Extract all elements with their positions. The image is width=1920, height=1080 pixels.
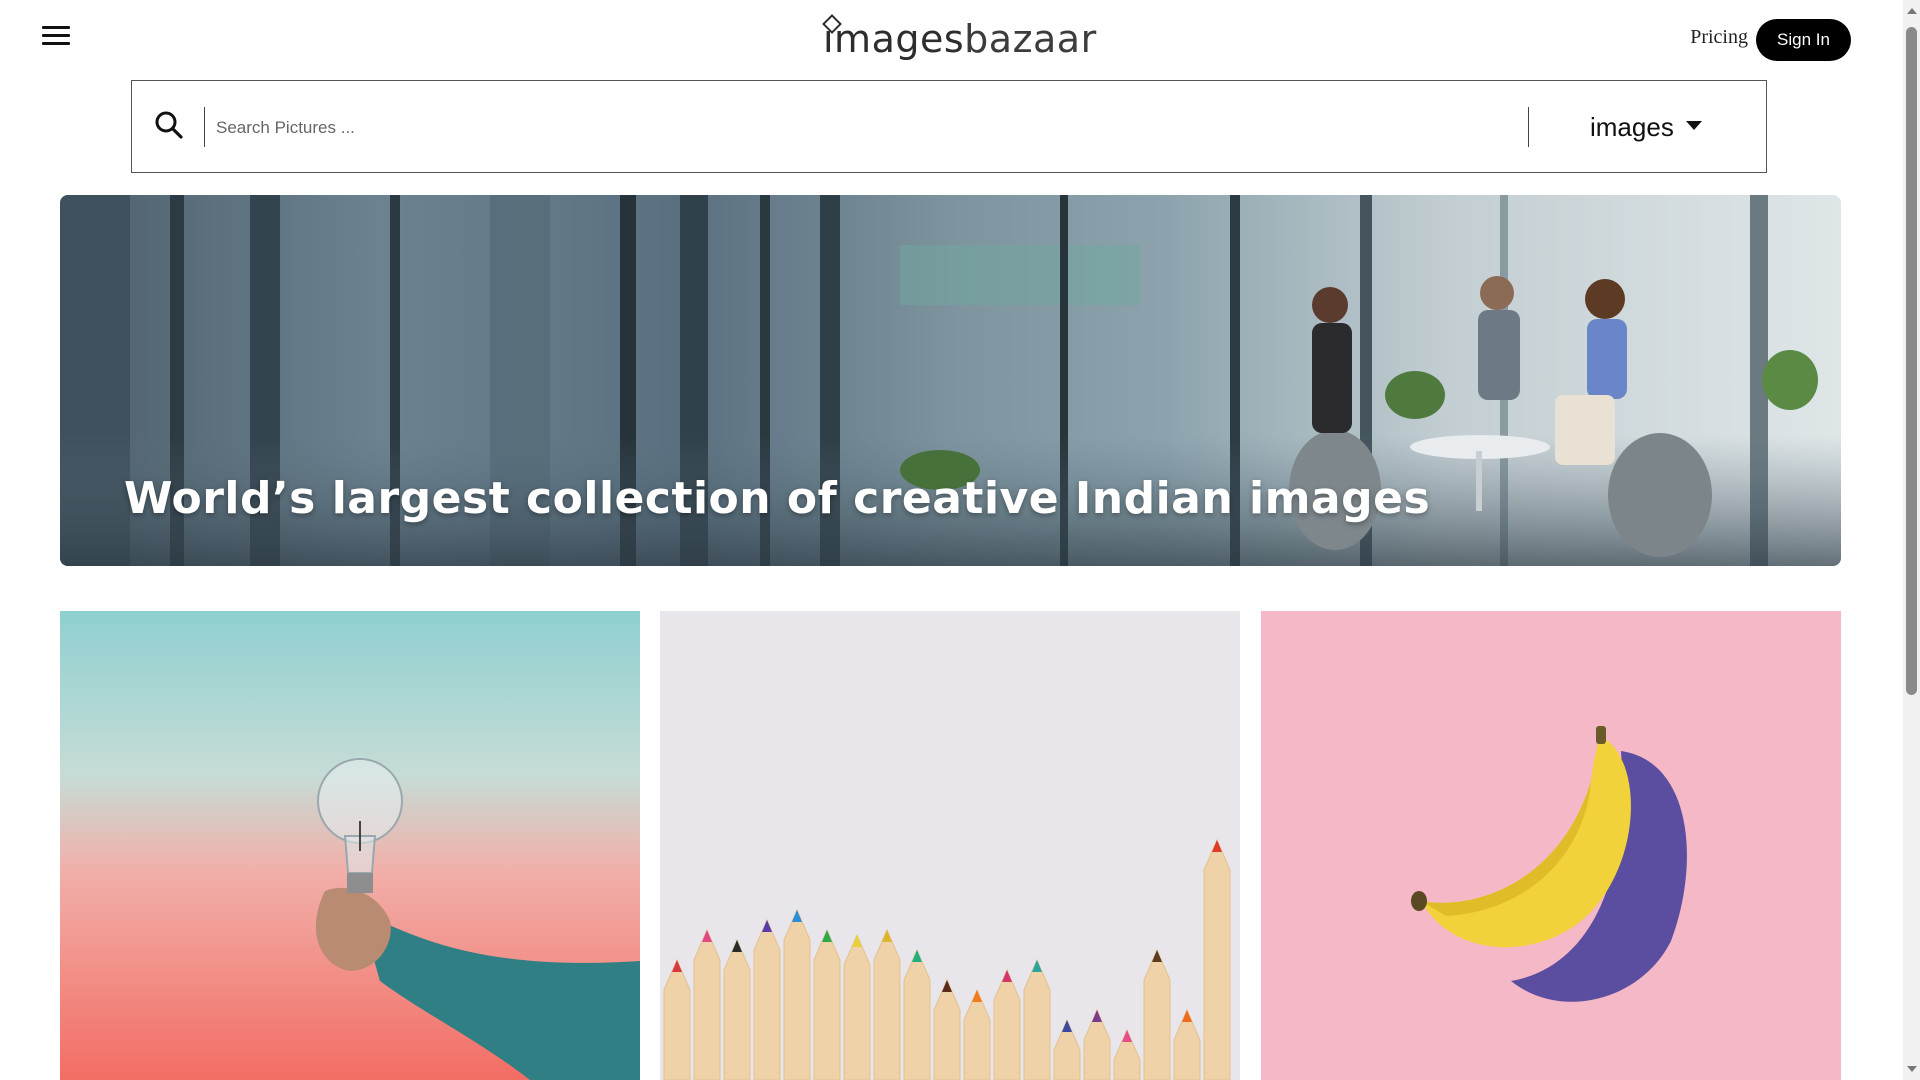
light-bulb-image xyxy=(60,611,640,1080)
search-icon[interactable] xyxy=(154,110,184,140)
gallery-tile[interactable] xyxy=(1261,611,1841,1080)
site-logo[interactable]: images bazaar xyxy=(822,14,1097,64)
pencil xyxy=(753,918,781,1080)
menu-bar xyxy=(42,42,70,45)
hero-title: World’s largest collection of creative I… xyxy=(124,473,1431,524)
search-input[interactable] xyxy=(214,107,1648,149)
gallery-tile[interactable] xyxy=(660,611,1240,1080)
logo-text-images: images xyxy=(823,17,965,61)
search-divider xyxy=(1528,107,1529,147)
pencil xyxy=(813,928,841,1080)
pencil xyxy=(843,933,871,1080)
page-scrollbar[interactable] xyxy=(1903,0,1920,1080)
page: images bazaar Pricing Sign In images xyxy=(0,0,1920,1080)
banana-image xyxy=(1261,611,1841,1080)
search-type-dropdown[interactable]: images xyxy=(1590,105,1702,149)
pencil xyxy=(783,908,811,1080)
colored-pencils-image xyxy=(660,611,1240,1080)
pencil xyxy=(723,938,751,1080)
menu-bar xyxy=(42,34,70,37)
search-divider xyxy=(204,107,205,147)
scroll-up-icon[interactable] xyxy=(1907,8,1917,14)
search-type-label: images xyxy=(1590,111,1674,142)
scroll-down-icon[interactable] xyxy=(1907,1066,1917,1072)
scrollbar-thumb[interactable] xyxy=(1906,27,1917,695)
logo-text-bazaar: bazaar xyxy=(964,17,1097,61)
caret-down-icon xyxy=(1685,120,1702,130)
pencil xyxy=(1203,838,1231,1080)
pricing-link[interactable]: Pricing xyxy=(1690,26,1748,49)
hero-banner[interactable]: World’s largest collection of creative I… xyxy=(60,195,1841,566)
menu-bar xyxy=(42,26,70,29)
pencil xyxy=(693,928,721,1080)
gallery-tile[interactable] xyxy=(60,611,640,1080)
search-bar: images xyxy=(131,80,1767,173)
pencil xyxy=(873,928,901,1080)
sign-in-button[interactable]: Sign In xyxy=(1756,19,1851,61)
hamburger-menu-icon[interactable] xyxy=(42,26,70,46)
